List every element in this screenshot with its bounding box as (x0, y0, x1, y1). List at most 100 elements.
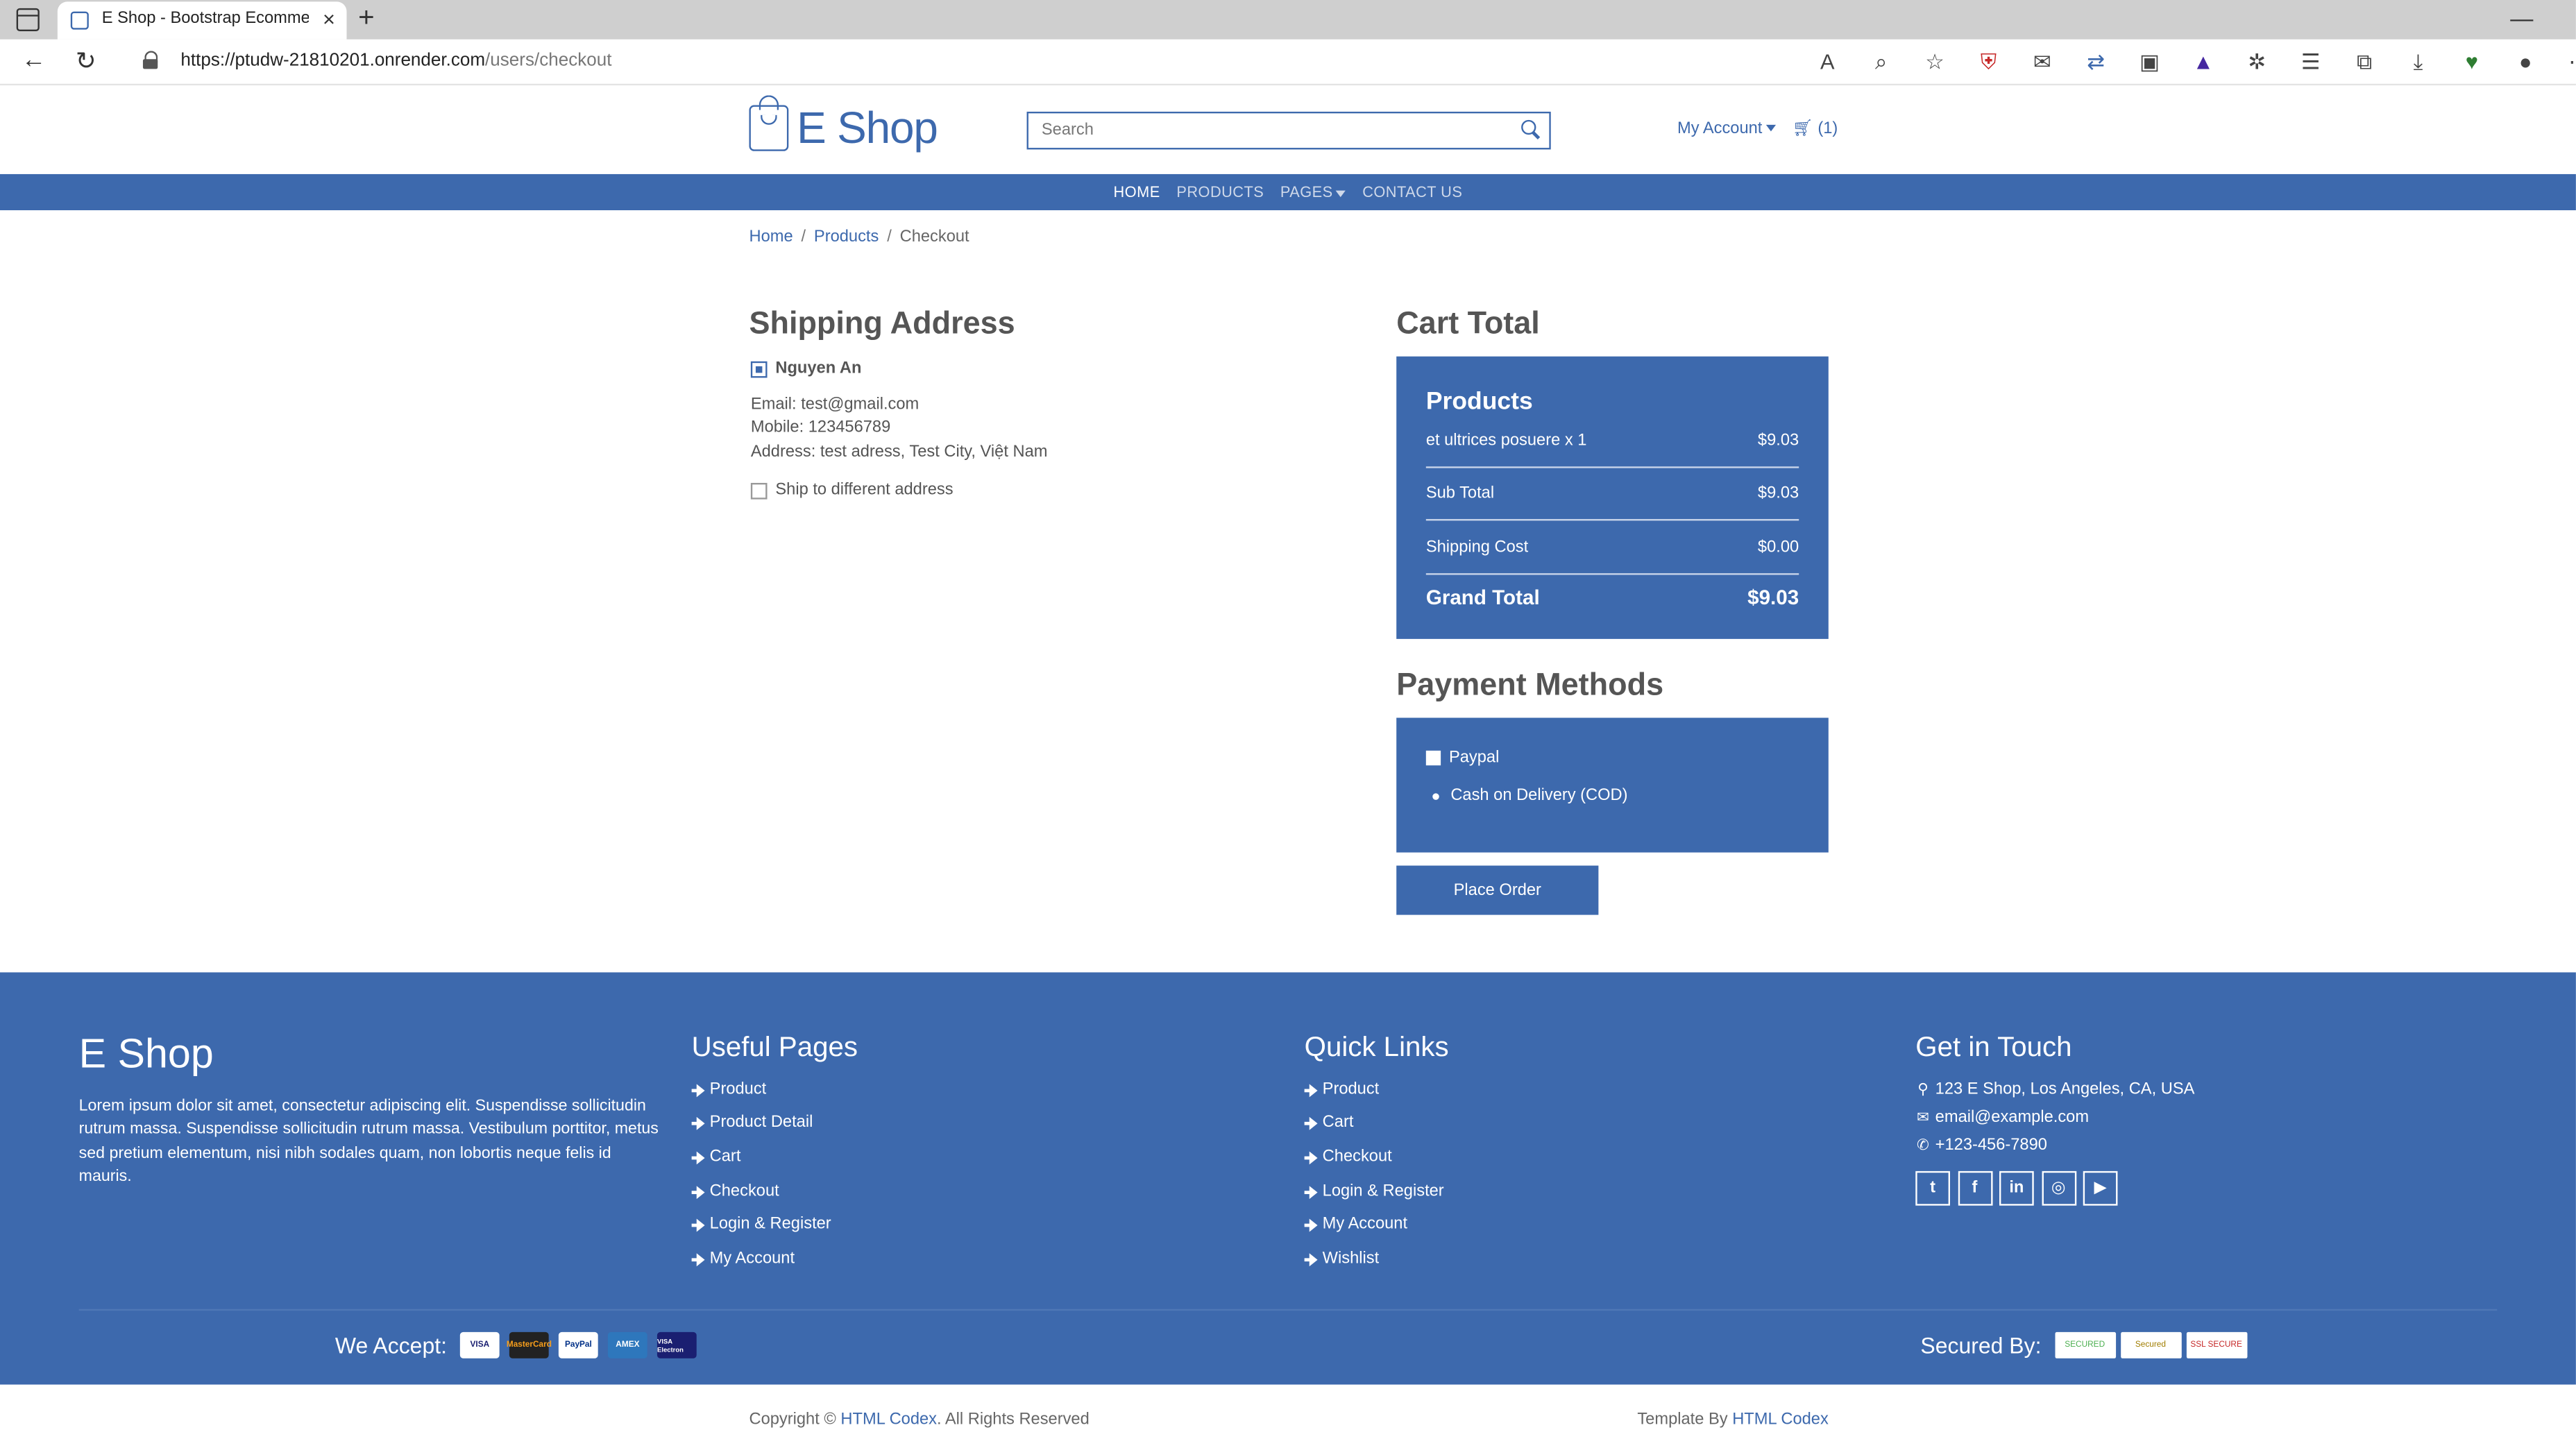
mastercard-icon: MasterCard (507, 1331, 552, 1359)
youtube-icon[interactable]: ▶ (2083, 1170, 2118, 1206)
arrow-right-icon (1304, 1150, 1318, 1164)
envelope-icon: ✉ (1916, 1108, 1929, 1125)
read-aloud-icon[interactable]: A (1801, 46, 1854, 78)
place-order-button[interactable]: Place Order (1396, 865, 1599, 915)
download-icon[interactable]: ⤓ (2391, 46, 2445, 78)
chevron-down-icon (1765, 125, 1776, 133)
contact-phone[interactable]: ✆ +123-456-7890 (1915, 1136, 2047, 1155)
grand-total-row: Grand Total $9.03 (1426, 586, 1799, 609)
address-line: Address: test adress, Test City, Việt Na… (750, 443, 1048, 462)
health-extension-icon[interactable]: ♥ (2445, 46, 2498, 78)
contact-address-text: 123 E Shop, Los Angeles, CA, USA (1935, 1080, 2195, 1099)
quick-link[interactable]: Checkout (1304, 1148, 1392, 1166)
shipping-cost-row: Shipping Cost $0.00 (1426, 538, 1799, 556)
quick-link[interactable]: Wishlist (1304, 1250, 1380, 1268)
grand-total-value: $9.03 (1747, 586, 1799, 610)
cart-count: (1) (1817, 119, 1838, 138)
my-account-dropdown[interactable]: My Account (1677, 120, 1776, 138)
nav-contact[interactable]: CONTACT US (1362, 184, 1462, 201)
paypal-checkbox[interactable] (1425, 750, 1441, 766)
template-link[interactable]: HTML Codex (1732, 1411, 1829, 1429)
quick-link[interactable]: Cart (1304, 1114, 1354, 1132)
nav-pages[interactable]: PAGES (1280, 184, 1346, 201)
secured-by-label: Secured By: (1920, 1333, 2042, 1358)
address-option[interactable]: Nguyen An (750, 359, 861, 377)
bottom-bar: Copyright © HTML Codex. All Rights Reser… (0, 1384, 2576, 1439)
ship-different-option[interactable]: Ship to different address (750, 481, 954, 500)
norton-seal-icon: Secured (2120, 1331, 2181, 1359)
useful-link[interactable]: Product (691, 1081, 766, 1099)
useful-link[interactable]: Product Detail (691, 1114, 813, 1132)
search-icon[interactable] (1521, 119, 1539, 138)
shield-extension-icon[interactable]: ⛨ (1962, 46, 2015, 78)
breadcrumb-home[interactable]: Home (749, 228, 793, 246)
minimize-icon[interactable]: — (2510, 5, 2533, 31)
facebook-icon[interactable]: f (1957, 1170, 1992, 1206)
ssl-seal-icon: SSL SECURE (2185, 1331, 2247, 1359)
tab-actions-icon[interactable] (16, 8, 40, 31)
payment-option-cod[interactable]: Cash on Delivery (COD) (1426, 787, 1628, 805)
twitter-icon[interactable]: t (1915, 1170, 1950, 1206)
products-heading: Products (1425, 387, 1533, 416)
useful-link[interactable]: Login & Register (691, 1216, 831, 1234)
close-tab-icon[interactable]: × (323, 6, 335, 31)
quick-link[interactable]: Login & Register (1304, 1182, 1444, 1200)
cart-link[interactable]: 🛒︎ (1) (1793, 120, 1838, 138)
extensions-icon[interactable]: ✲ (2230, 46, 2284, 78)
browser-tab[interactable]: E Shop - Bootstrap Ecommerce T × (57, 1, 347, 40)
favorites-list-icon[interactable]: ☰ (2284, 46, 2337, 78)
url-field[interactable]: https://ptudw-21810201.onrender.com/user… (123, 44, 1840, 80)
quick-link-label: Wishlist (1322, 1250, 1380, 1268)
nav-home[interactable]: HOME (1114, 184, 1160, 201)
footer-divider (78, 1309, 2498, 1311)
quick-link[interactable]: Product (1304, 1081, 1379, 1099)
collections-icon[interactable]: ⧉ (2337, 46, 2391, 78)
subtotal-label: Sub Total (1425, 484, 1495, 503)
new-tab-icon[interactable]: + (358, 1, 375, 34)
address-checkbox[interactable] (750, 360, 768, 377)
search-input[interactable] (1028, 113, 1505, 148)
mail-extension-icon[interactable]: ✉ (2015, 46, 2069, 78)
more-icon[interactable]: ⋯ (2552, 46, 2576, 78)
sync-extension-icon[interactable]: ⇄ (2069, 46, 2122, 78)
ship-different-label: Ship to different address (775, 481, 954, 500)
quick-link[interactable]: My Account (1304, 1215, 1408, 1234)
quick-links-title: Quick Links (1304, 1031, 1449, 1063)
arrow-right-icon (1304, 1116, 1318, 1130)
instagram-icon[interactable]: ◎ (2041, 1170, 2076, 1206)
main-navbar: HOME PRODUCTS PAGES CONTACT US (0, 173, 2576, 211)
contact-email[interactable]: ✉ email@example.com (1915, 1109, 2089, 1127)
ship-different-checkbox[interactable] (750, 482, 768, 499)
profile-icon[interactable]: ● (2499, 46, 2552, 78)
linkedin-icon[interactable]: in (1999, 1170, 2034, 1206)
back-icon[interactable]: ← (22, 46, 46, 74)
zoom-icon[interactable]: ⌕ (1854, 46, 1908, 78)
payment-option-paypal[interactable]: Paypal (1425, 749, 1499, 767)
visa-electron-icon: VISA Electron (657, 1331, 697, 1359)
reload-icon[interactable]: ↻ (76, 46, 96, 76)
search-box (1026, 111, 1551, 150)
graduation-extension-icon[interactable]: ▲ (2176, 46, 2230, 78)
copyright-link[interactable]: HTML Codex (840, 1411, 937, 1429)
arrow-right-icon (1304, 1218, 1318, 1232)
useful-link[interactable]: Cart (691, 1148, 740, 1166)
quick-link-label: My Account (1322, 1215, 1408, 1234)
breadcrumb-products[interactable]: Products (814, 228, 879, 246)
cart-total-title: Cart Total (1396, 307, 1540, 342)
arrow-right-icon (1304, 1185, 1318, 1198)
pip-extension-icon[interactable]: ▣ (2123, 46, 2176, 78)
arrow-right-icon (691, 1083, 705, 1097)
browser-tab-bar: E Shop - Bootstrap Ecommerce T × + — (0, 0, 2576, 40)
quick-link-label: Cart (1322, 1114, 1354, 1132)
nav-products[interactable]: PRODUCTS (1176, 184, 1264, 201)
payment-methods-box: Paypal Cash on Delivery (COD) (1396, 717, 1829, 853)
logo[interactable]: E Shop (749, 95, 938, 157)
favorite-star-icon[interactable]: ☆ (1908, 46, 1961, 78)
template-prefix: Template By (1637, 1411, 1733, 1429)
contact-address: ⚲ 123 E Shop, Los Angeles, CA, USA (1915, 1081, 2194, 1099)
useful-link[interactable]: My Account (691, 1250, 795, 1268)
shipping-cost-value: $0.00 (1757, 538, 1799, 557)
favicon-icon (70, 11, 89, 30)
arrow-right-icon (691, 1252, 705, 1266)
useful-link[interactable]: Checkout (691, 1182, 779, 1200)
